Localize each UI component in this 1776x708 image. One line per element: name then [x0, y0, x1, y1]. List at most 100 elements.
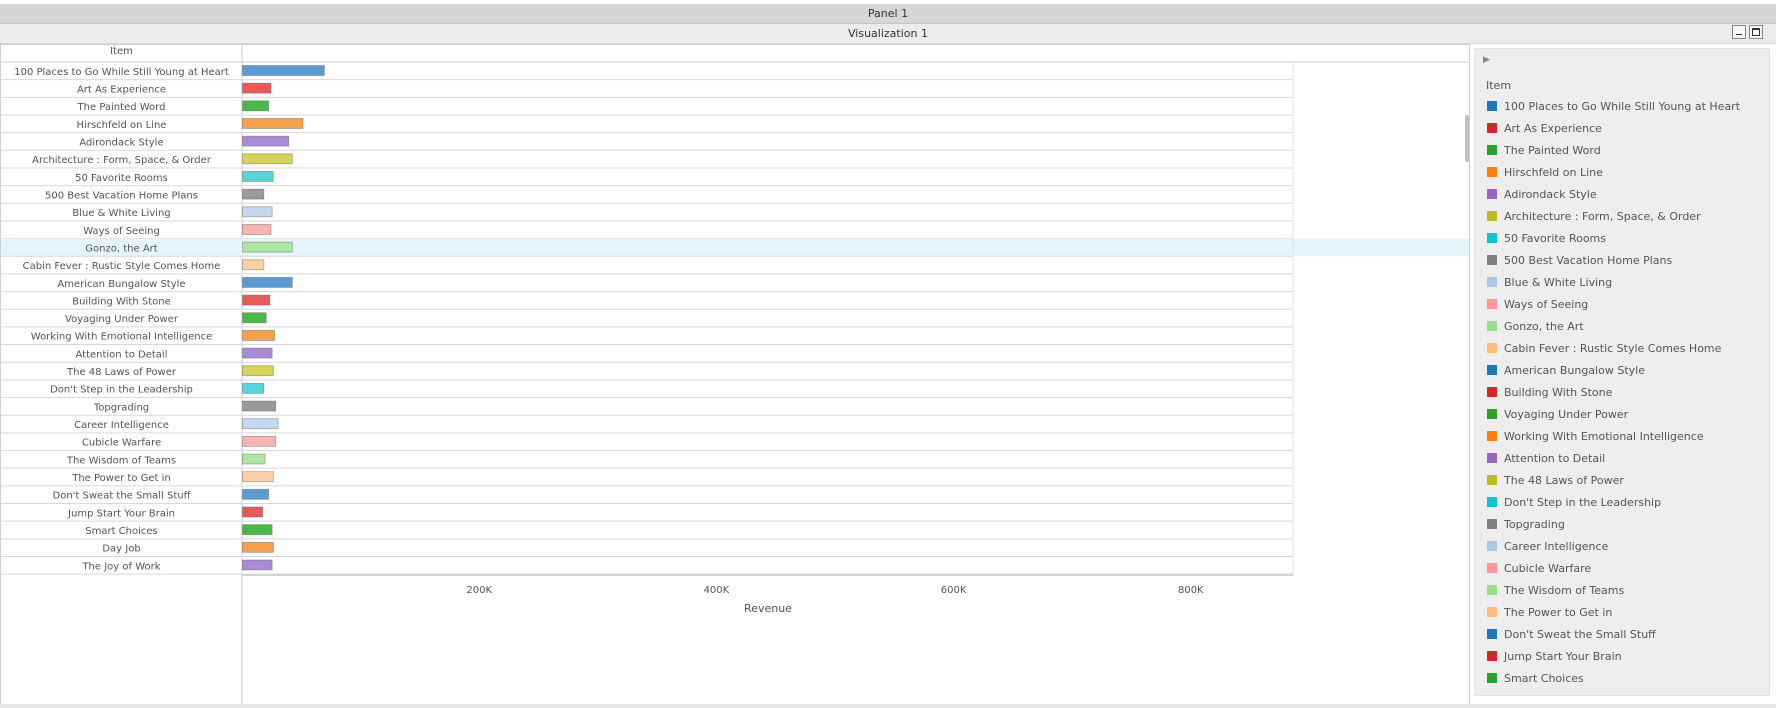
legend-item[interactable]: The 48 Laws of Power [1487, 469, 1740, 491]
legend-swatch [1487, 321, 1497, 331]
x-tick-label: 400K [704, 585, 730, 596]
category-label: Don't Step in the Leadership [50, 385, 193, 396]
bar [242, 329, 275, 341]
legend-item[interactable]: 500 Best Vacation Home Plans [1487, 249, 1740, 271]
bar [242, 541, 274, 553]
legend-swatch [1487, 299, 1497, 309]
category-label: Architecture : Form, Space, & Order [32, 155, 212, 166]
legend-collapse-icon[interactable]: ▶ [1483, 55, 1490, 65]
legend-item[interactable]: Building With Stone [1487, 381, 1740, 403]
legend-item[interactable]: Architecture : Form, Space, & Order [1487, 205, 1740, 227]
bar [242, 435, 277, 447]
legend-item[interactable]: Topgrading [1487, 513, 1740, 535]
category-label: Working With Emotional Intelligence [31, 332, 212, 343]
bar [242, 277, 293, 288]
category-label: Hirschfeld on Line [77, 120, 167, 131]
legend-item[interactable]: The Wisdom of Teams [1487, 579, 1740, 601]
bar [242, 506, 264, 518]
bar [242, 135, 290, 147]
legend-label: Adirondack Style [1504, 187, 1597, 201]
bar [242, 488, 269, 500]
legend-item[interactable]: 100 Places to Go While Still Young at He… [1487, 95, 1740, 117]
bar [242, 524, 273, 536]
legend-item[interactable]: Ways of Seeing [1487, 293, 1740, 315]
category-label: Blue & White Living [72, 208, 170, 219]
category-label: The Power to Get in [71, 473, 171, 484]
category-label: Jump Start Your Brain [67, 508, 175, 519]
bar [242, 559, 273, 571]
category-label: Day Job [102, 544, 140, 555]
legend-label: Don't Step in the Leadership [1504, 495, 1662, 509]
legend-label: The Wisdom of Teams [1504, 583, 1625, 597]
bar [242, 471, 274, 483]
legend-item[interactable]: Voyaging Under Power [1487, 403, 1740, 425]
legend-item[interactable]: Blue & White Living [1487, 271, 1740, 293]
legend-swatch [1487, 651, 1497, 661]
category-label: American Bungalow Style [57, 279, 185, 290]
legend-label: 500 Best Vacation Home Plans [1504, 253, 1673, 267]
legend-label: Blue & White Living [1504, 275, 1613, 289]
legend-label: Cubicle Warfare [1504, 561, 1592, 575]
legend-label: Voyaging Under Power [1504, 407, 1629, 421]
legend-item[interactable]: Gonzo, the Art [1487, 315, 1740, 337]
category-label: Don't Sweat the Small Stuff [53, 491, 192, 502]
legend-swatch [1487, 145, 1497, 155]
legend-swatch [1487, 101, 1497, 111]
bar [242, 153, 293, 165]
bar-chart: Item 100 Places to Go While Still Young a… [0, 44, 1470, 707]
legend-swatch [1487, 475, 1497, 485]
legend-item[interactable]: American Bungalow Style [1487, 359, 1740, 381]
legend-item[interactable]: Cubicle Warfare [1487, 557, 1740, 579]
category-label: Topgrading [93, 402, 149, 413]
category-label: The Painted Word [77, 102, 166, 113]
minimize-icon[interactable] [1732, 25, 1746, 39]
legend-item[interactable]: Career Intelligence [1487, 535, 1740, 557]
legend-label: 100 Places to Go While Still Young at He… [1504, 99, 1741, 113]
legend-swatch [1487, 519, 1497, 529]
legend-item[interactable]: Smart Choices [1487, 667, 1740, 689]
legend-swatch [1487, 409, 1497, 419]
legend-item[interactable]: The Power to Get in [1487, 601, 1740, 623]
legend-label: 50 Favorite Rooms [1504, 231, 1607, 245]
bottom-edge [0, 704, 1776, 708]
legend-label: The Power to Get in [1504, 605, 1613, 619]
maximize-icon[interactable] [1749, 25, 1763, 39]
legend-item[interactable]: Jump Start Your Brain [1487, 645, 1740, 667]
legend-item[interactable]: Adirondack Style [1487, 183, 1740, 205]
legend-item[interactable]: Attention to Detail [1487, 447, 1740, 469]
legend-label: Smart Choices [1504, 671, 1584, 685]
bar [242, 400, 277, 412]
legend-item[interactable]: The Painted Word [1487, 139, 1740, 161]
legend-swatch [1487, 343, 1497, 353]
legend-swatch [1487, 189, 1497, 199]
legend-item[interactable]: Don't Step in the Leadership [1487, 491, 1740, 513]
legend-item[interactable]: 50 Favorite Rooms [1487, 227, 1740, 249]
legend-label: Cabin Fever : Rustic Style Comes Home [1504, 341, 1722, 355]
legend-label: Jump Start Your Brain [1504, 649, 1622, 663]
legend-label: Art As Experience [1504, 121, 1602, 135]
bar [242, 188, 265, 200]
legend-swatch [1487, 585, 1497, 595]
legend-item[interactable]: Working With Emotional Intelligence [1487, 425, 1740, 447]
legend-label: Gonzo, the Art [1504, 319, 1584, 333]
legend-swatch [1487, 233, 1497, 243]
bar [242, 365, 274, 377]
bar [242, 100, 269, 112]
legend-swatch [1487, 629, 1497, 639]
category-label: Cabin Fever : Rustic Style Comes Home [23, 261, 221, 272]
legend-list: 100 Places to Go While Still Young at He… [1487, 95, 1740, 689]
legend-item[interactable]: Hirschfeld on Line [1487, 161, 1740, 183]
legend-title: Item [1486, 79, 1512, 92]
legend-item[interactable]: Don't Sweat the Small Stuff [1487, 623, 1740, 645]
legend-label: Working With Emotional Intelligence [1504, 429, 1704, 443]
legend-swatch [1487, 387, 1497, 397]
panel-title: Panel 1 [0, 4, 1776, 24]
bar [242, 206, 273, 218]
legend-item[interactable]: Art As Experience [1487, 117, 1740, 139]
legend-swatch [1487, 167, 1497, 177]
legend-item[interactable]: Cabin Fever : Rustic Style Comes Home [1487, 337, 1740, 359]
category-label: Cubicle Warfare [82, 438, 161, 449]
bar [242, 241, 293, 253]
legend-swatch [1487, 431, 1497, 441]
chart-scrollbar[interactable] [1465, 115, 1469, 162]
